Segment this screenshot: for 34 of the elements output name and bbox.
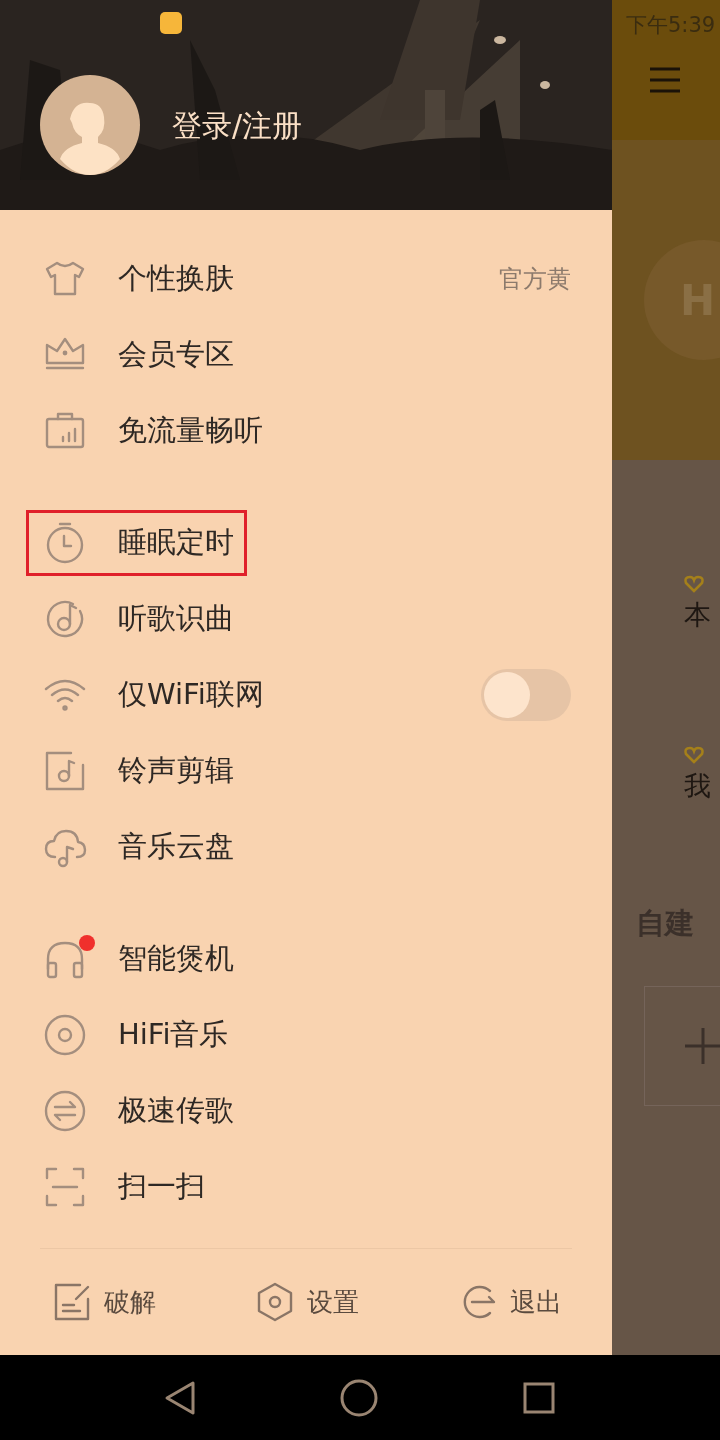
library-entry-label: 本 <box>684 598 711 632</box>
menu-item[interactable]: 免流量畅听 <box>26 398 276 464</box>
music-file-icon <box>43 749 87 793</box>
menu-item[interactable]: 智能煲机 <box>26 926 247 992</box>
menu-item[interactable]: 音乐云盘 <box>26 814 247 880</box>
swap-icon <box>43 1089 87 1133</box>
menu-item[interactable]: 扫一扫 <box>26 1154 218 1220</box>
menu-item[interactable]: 会员专区 <box>26 322 247 388</box>
footer-button[interactable]: 设置 <box>255 1281 359 1323</box>
menu-item[interactable]: 睡眠定时 <box>26 510 247 576</box>
menu-item[interactable]: 铃声剪辑 <box>26 738 247 804</box>
scan-icon <box>43 1165 87 1209</box>
toggle-switch[interactable] <box>481 669 571 721</box>
footer-button[interactable]: 破解 <box>52 1281 156 1323</box>
login-link[interactable]: 登录/注册 <box>172 102 303 148</box>
heart-icon <box>684 745 704 764</box>
edit-icon <box>52 1281 92 1323</box>
menu-item[interactable]: HiFi音乐 <box>26 1002 242 1068</box>
menu-item[interactable]: 听歌识曲 <box>26 586 247 652</box>
menu-item[interactable]: 极速传歌 <box>26 1078 247 1144</box>
recents-icon[interactable] <box>523 1381 555 1414</box>
menu-item[interactable]: 个性换肤 <box>26 246 247 312</box>
library-entry-label: 我 <box>684 768 711 803</box>
menu-item[interactable]: 仅WiFi联网 <box>26 662 277 728</box>
settings-icon <box>255 1281 295 1323</box>
heart-icon <box>684 575 704 593</box>
home-icon[interactable] <box>340 1378 378 1417</box>
footer-button[interactable]: 退出 <box>458 1281 562 1323</box>
current-skin-value: 官方黄 <box>499 264 571 295</box>
plus-icon <box>685 1027 720 1064</box>
avatar-icon[interactable] <box>40 75 140 175</box>
app-icon <box>160 12 182 34</box>
back-icon[interactable] <box>163 1379 197 1416</box>
disc-icon <box>43 1013 87 1057</box>
